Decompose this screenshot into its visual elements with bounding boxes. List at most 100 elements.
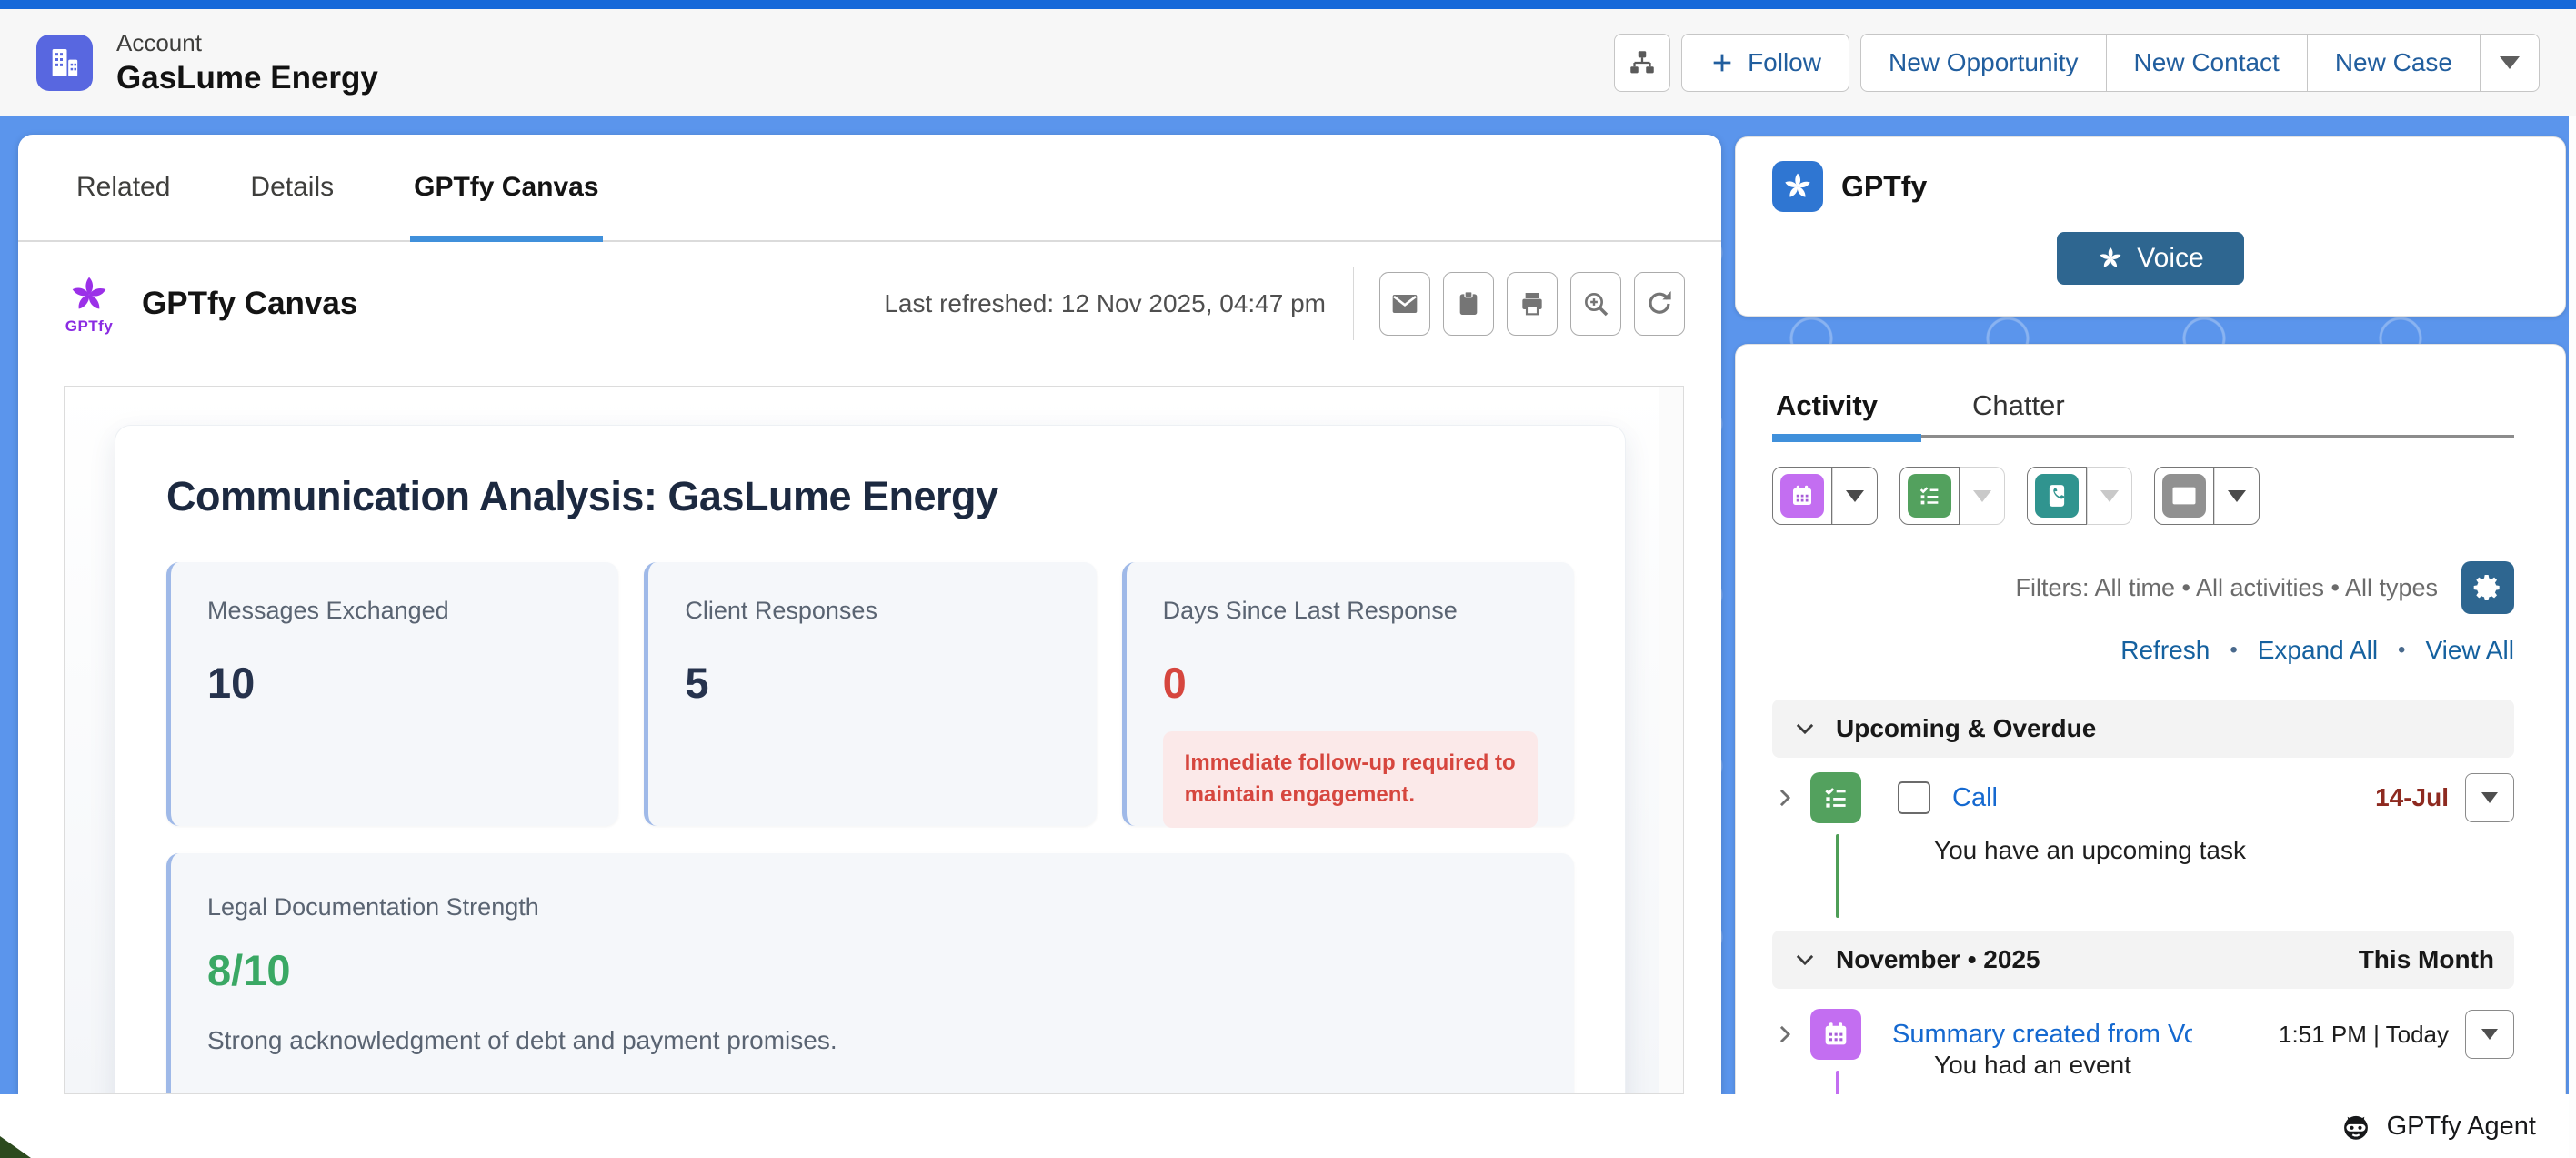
send-email-dropdown[interactable]	[2214, 467, 2260, 525]
event-subtitle: You had an event	[1934, 1051, 2131, 1080]
metric-legal-strength: Legal Documentation Strength 8/10 Strong…	[166, 853, 1574, 1094]
tab-gptfy-canvas[interactable]: GPTfy Canvas	[374, 135, 638, 240]
chevron-down-icon	[2228, 490, 2246, 502]
activity-filters-row: Filters: All time • All activities • All…	[2015, 561, 2514, 614]
gptfy-pinwheel-icon	[67, 273, 111, 317]
event-row-summary: Summary created from Voice... 1:51 PM | …	[1772, 1007, 2514, 1062]
robot-icon	[2340, 1110, 2372, 1143]
event-icon	[1780, 474, 1824, 518]
new-case-button[interactable]: New Case	[2307, 34, 2481, 92]
record-main-card: Related Details GPTfy Canvas GPTfy GPTfy…	[18, 135, 1721, 1094]
new-task-dropdown[interactable]	[1960, 467, 2005, 525]
log-call-split-button	[2027, 467, 2132, 525]
follow-button[interactable]: Follow	[1681, 34, 1849, 92]
voice-label: Voice	[2137, 243, 2203, 274]
separator-dot: •	[2230, 638, 2237, 663]
refresh-icon	[1645, 289, 1674, 318]
chevron-right-icon[interactable]	[1772, 785, 1798, 811]
more-actions-button[interactable]	[2480, 34, 2540, 92]
view-all-link[interactable]: View All	[2425, 636, 2514, 665]
record-actions: Follow New Opportunity New Contact New C…	[1614, 34, 2540, 92]
section-upcoming-overdue[interactable]: Upcoming & Overdue	[1772, 700, 2514, 758]
gptfy-logo-label: GPTfy	[65, 317, 114, 336]
record-type-label: Account	[116, 29, 378, 57]
refresh-canvas-button[interactable]	[1634, 272, 1685, 336]
metric-messages-exchanged: Messages Exchanged 10	[166, 562, 618, 826]
chevron-down-icon	[2500, 56, 2520, 69]
task-subtitle: You have an upcoming task	[1934, 836, 2246, 865]
log-call-button[interactable]	[2027, 467, 2087, 525]
communication-analysis-card: Communication Analysis: GasLume Energy M…	[115, 425, 1626, 1094]
gptfy-voice-card: GPTfy Voice	[1735, 136, 2566, 317]
new-event-button[interactable]	[1772, 467, 1832, 525]
voice-button[interactable]: Voice	[2057, 232, 2244, 285]
send-email-button[interactable]	[2154, 467, 2214, 525]
canvas-scrollbar[interactable]	[1659, 387, 1683, 1093]
new-task-button[interactable]	[1899, 467, 1960, 525]
event-timeline-line	[1836, 1071, 1839, 1094]
follow-label: Follow	[1748, 48, 1821, 77]
quick-action-buttons	[1772, 467, 2260, 525]
section-november-2025[interactable]: November • 2025 This Month	[1772, 931, 2514, 989]
canvas-title: GPTfy Canvas	[142, 286, 357, 322]
window-scrollbar[interactable]	[2569, 116, 2576, 1158]
tab-related[interactable]: Related	[36, 135, 210, 240]
printer-icon	[1518, 289, 1547, 318]
plus-icon	[1709, 50, 1735, 76]
tab-details[interactable]: Details	[210, 135, 374, 240]
new-opportunity-button[interactable]: New Opportunity	[1860, 34, 2107, 92]
refresh-link[interactable]: Refresh	[2120, 636, 2210, 665]
tab-activity[interactable]: Activity	[1772, 376, 1881, 435]
task-checkbox[interactable]	[1898, 781, 1930, 814]
copy-to-clipboard-button[interactable]	[1443, 272, 1494, 336]
record-name: GasLume Energy	[116, 60, 378, 96]
chevron-down-icon	[1973, 490, 1991, 502]
hierarchy-icon	[1627, 47, 1658, 78]
canvas-content-area: Communication Analysis: GasLume Energy M…	[64, 386, 1684, 1094]
envelope-icon	[1390, 289, 1419, 318]
chevron-down-icon	[1846, 490, 1864, 502]
building-icon	[46, 45, 83, 81]
event-actions-menu-button[interactable]	[2465, 1010, 2514, 1059]
zoom-button[interactable]	[1570, 272, 1621, 336]
tab-chatter[interactable]: Chatter	[1969, 376, 2069, 435]
chevron-down-icon	[2481, 1029, 2498, 1040]
activity-panel: Activity Chatter	[1735, 344, 2566, 1094]
gptfy-pinwheel-icon	[2097, 245, 2124, 272]
metric-client-responses: Client Responses 5	[644, 562, 1096, 826]
task-row-call: Call 14-Jul	[1772, 770, 2514, 825]
record-header: Account GasLume Energy Follow New Opport…	[0, 9, 2576, 116]
brand-top-strip	[0, 0, 2576, 9]
email-icon	[2162, 474, 2206, 518]
magnifier-plus-icon	[1581, 289, 1610, 318]
salesforce-account-page: Account GasLume Energy Follow New Opport…	[0, 0, 2576, 1158]
call-icon	[2035, 474, 2079, 518]
log-call-dropdown[interactable]	[2087, 467, 2132, 525]
print-button[interactable]	[1507, 272, 1558, 336]
event-icon	[1810, 1009, 1861, 1060]
canvas-header: GPTfy GPTfy Canvas Last refreshed: 12 No…	[18, 242, 1721, 362]
task-title-link[interactable]: Call	[1952, 783, 1998, 813]
activity-settings-button[interactable]	[2461, 561, 2514, 614]
chevron-right-icon[interactable]	[1772, 1022, 1798, 1047]
email-button[interactable]	[1379, 272, 1430, 336]
gptfy-agent-launcher[interactable]: GPTfy Agent	[2340, 1110, 2536, 1143]
separator-dot: •	[2398, 638, 2405, 663]
record-tabset: Related Details GPTfy Canvas	[18, 135, 1721, 242]
activity-links-row: Refresh • Expand All • View All	[2120, 636, 2514, 665]
event-time: 1:51 PM | Today	[2279, 1021, 2449, 1049]
gptfy-card-header: GPTfy	[1772, 161, 2529, 212]
chevron-down-icon	[1792, 947, 1818, 972]
new-contact-button[interactable]: New Contact	[2106, 34, 2308, 92]
task-actions-menu-button[interactable]	[2465, 773, 2514, 822]
view-hierarchy-button[interactable]	[1614, 34, 1670, 92]
this-month-badge: This Month	[2359, 945, 2494, 974]
event-title-link[interactable]: Summary created from Voice...	[1892, 1020, 2192, 1050]
gptfy-app-icon	[1772, 161, 1823, 212]
task-timeline-line	[1836, 834, 1839, 918]
send-email-split-button	[2154, 467, 2260, 525]
expand-all-link[interactable]: Expand All	[2258, 636, 2378, 665]
record-action-group: New Opportunity New Contact New Case	[1860, 34, 2540, 92]
account-object-icon	[36, 35, 93, 91]
new-event-dropdown[interactable]	[1832, 467, 1878, 525]
